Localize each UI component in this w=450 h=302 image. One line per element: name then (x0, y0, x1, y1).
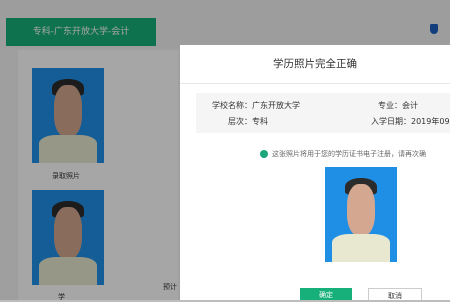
enroll-date-info: 入学日期：2019年09月 (371, 117, 450, 126)
photo-shirt (332, 233, 390, 262)
notice-text-row: 这张照片将用于您的学历证书电子注册，请再次确 (260, 149, 426, 159)
cancel-button[interactable]: 取消 (368, 288, 422, 300)
school-info: 学校名称：广东开放大学 (212, 101, 300, 110)
info-box: 学校名称：广东开放大学 专业：会计 层次：专科 入学日期：2019年09月 (196, 93, 450, 133)
info-icon (260, 150, 268, 158)
confirm-button[interactable]: 确定 (300, 288, 352, 300)
photo-face (346, 184, 376, 237)
modal-photo (325, 167, 397, 262)
modal-title: 学历照片完全正确 (180, 45, 450, 84)
notice-text: 这张照片将用于您的学历证书电子注册，请再次确 (272, 150, 426, 158)
level-info: 层次：专科 (228, 117, 268, 126)
major-info: 专业：会计 (378, 101, 418, 110)
confirm-modal: 学历照片完全正确 学校名称：广东开放大学 专业：会计 层次：专科 入学日期：20… (180, 45, 450, 300)
